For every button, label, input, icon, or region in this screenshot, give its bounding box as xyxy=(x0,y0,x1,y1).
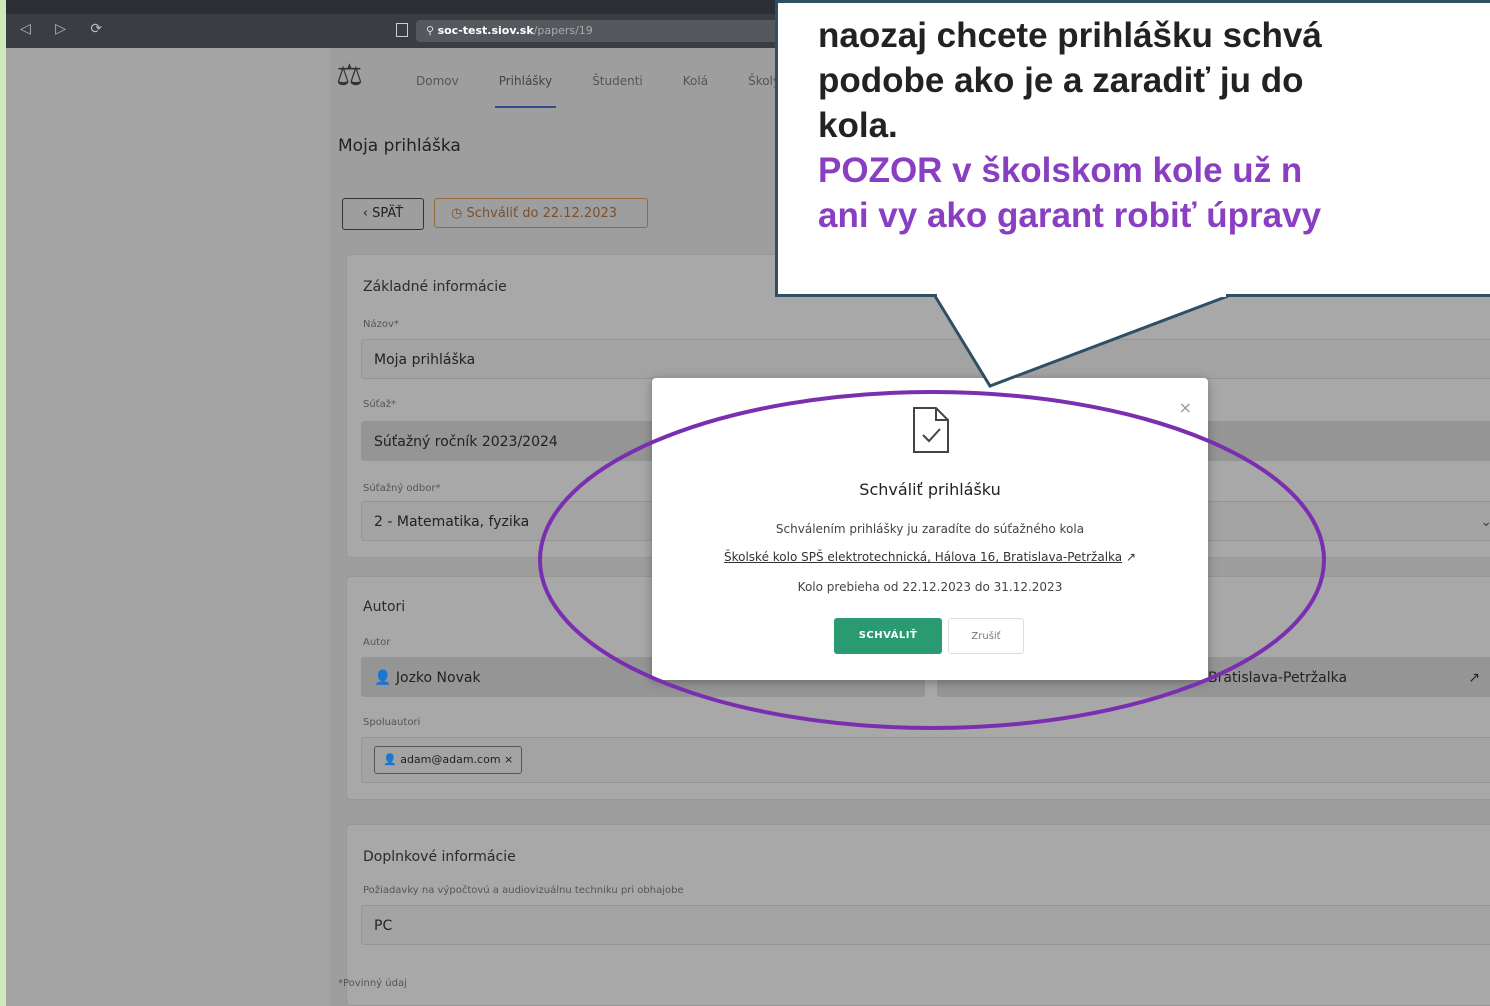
callout-line-1: naozaj chcete prihlášku schvá xyxy=(818,16,1322,55)
callout-box: naozaj chcete prihlášku schvá podobe ako… xyxy=(775,0,1490,297)
callout-text: naozaj chcete prihlášku schvá podobe ako… xyxy=(818,13,1322,238)
callout-line-3: kola. xyxy=(818,106,898,145)
callout-line-4: POZOR v školskom kole už n xyxy=(818,151,1303,190)
callout-line-2: podobe ako je a zaradiť ju do xyxy=(818,61,1304,100)
callout-line-5: ani vy ako garant robiť úpravy xyxy=(818,196,1322,235)
highlight-ellipse xyxy=(538,390,1326,730)
callout-tail-join xyxy=(937,293,1226,297)
